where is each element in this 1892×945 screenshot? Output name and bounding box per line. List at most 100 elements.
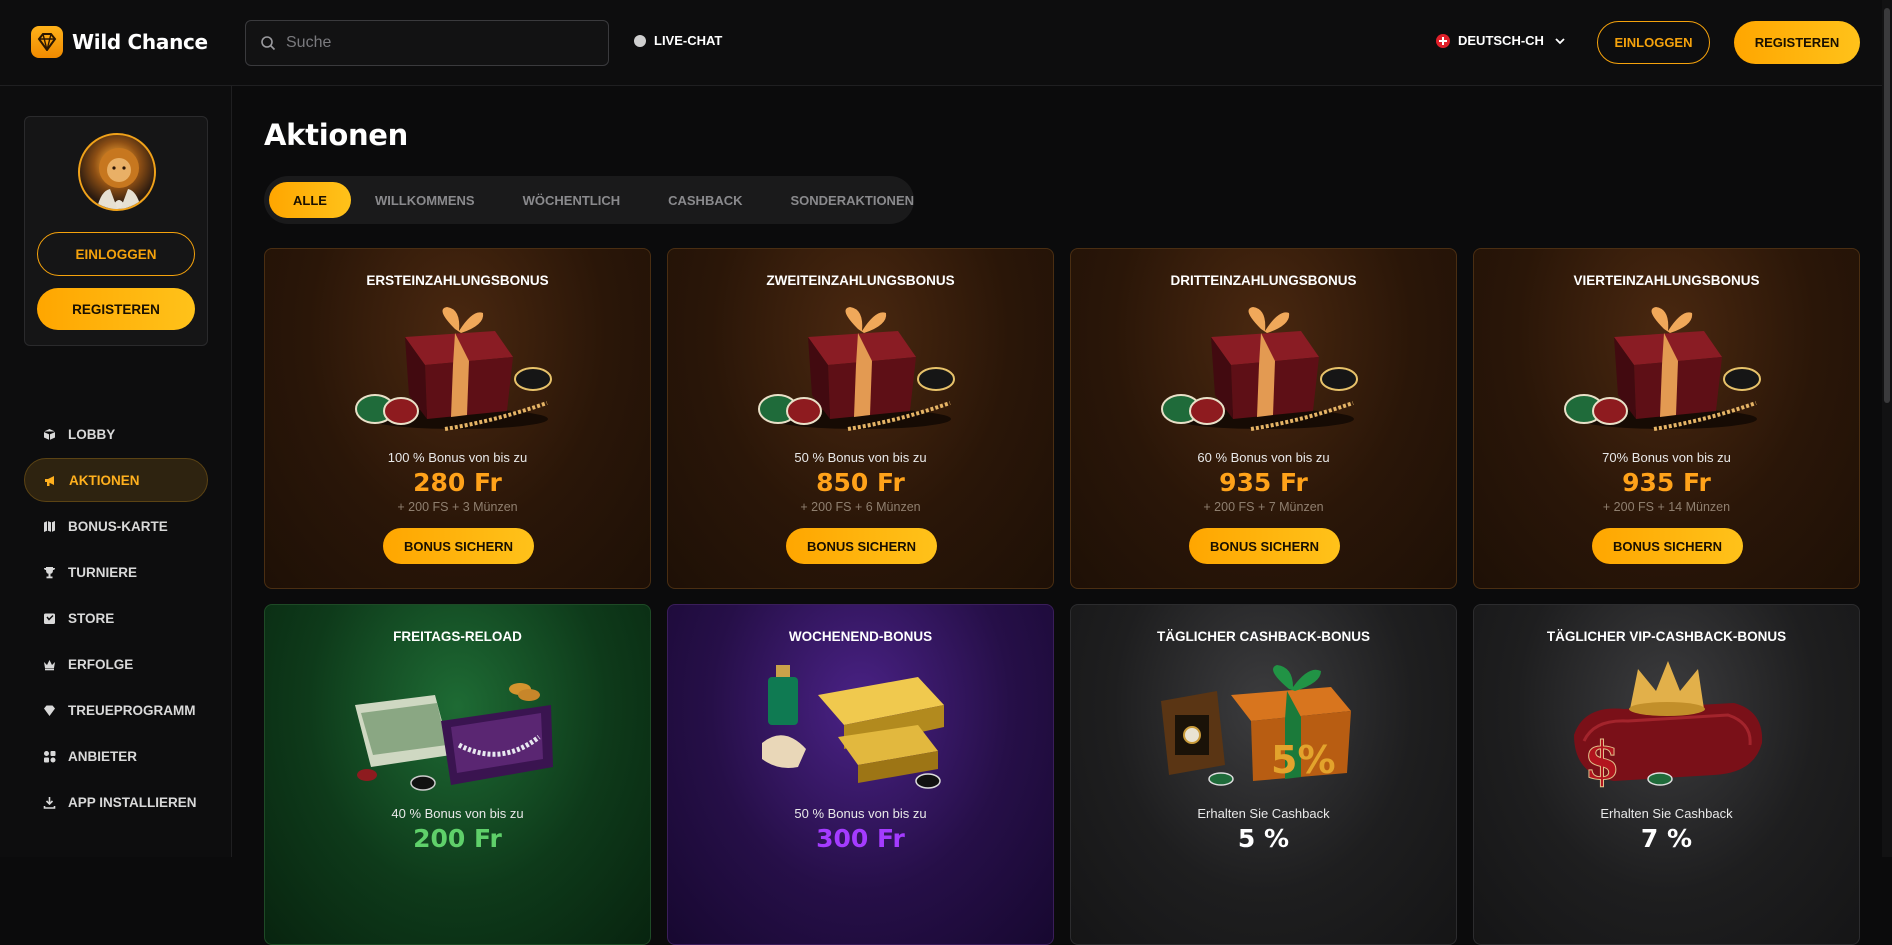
search-box[interactable] [245, 20, 609, 66]
promo-card-amount: 200 Fr [413, 824, 502, 853]
chat-icon [634, 34, 646, 47]
brand-logo[interactable]: Wild Chance [31, 26, 208, 58]
tab-cashback[interactable]: CASHBACK [644, 182, 766, 218]
promo-card-subtitle: Erhalten Sie Cashback [1197, 806, 1330, 821]
promo-card[interactable]: ERSTEINZAHLUNGSBONUS 100 % Bonus von bis… [264, 248, 651, 589]
tab-willkommens[interactable]: WILLKOMMENS [351, 182, 499, 218]
promo-card-extra: + 200 FS + 14 Münzen [1602, 500, 1731, 514]
sidebar-item-erfolge[interactable]: ERFOLGE [24, 642, 208, 686]
lion-avatar [78, 133, 156, 211]
chevron-down-icon [1555, 37, 1565, 44]
promo-card-subtitle: 60 % Bonus von bis zu [1197, 450, 1330, 465]
gift-box-chips-image [355, 299, 562, 439]
promo-card-extra: + 200 FS + 3 Münzen [397, 500, 518, 514]
sidebar-item-bonus-karte[interactable]: BONUS-KARTE [24, 504, 208, 548]
promo-card-title: ERSTEINZAHLUNGSBONUS [366, 273, 549, 288]
promo-card-amount: 300 Fr [816, 824, 905, 853]
promo-card[interactable]: ZWEITEINZAHLUNGSBONUS 50 % Bonus von bis… [667, 248, 1054, 589]
promo-card-extra: + 200 FS + 7 Münzen [1203, 500, 1324, 514]
sidebar-item-store[interactable]: STORE [24, 596, 208, 640]
promo-card[interactable]: FREITAGS-RELOAD 40 % Bonus von bis zu 20… [264, 604, 651, 945]
bonus-sichern-button[interactable]: BONUS SICHERN [1592, 528, 1743, 564]
gift-box-chips-image [1564, 299, 1771, 439]
sidebar-item-label: TURNIERE [68, 564, 138, 580]
bonus-sichern-button[interactable]: BONUS SICHERN [786, 528, 937, 564]
swiss-flag-icon [1436, 33, 1450, 48]
search-input[interactable] [286, 34, 586, 52]
promo-card-title: DRITTEINZAHLUNGSBONUS [1170, 273, 1357, 288]
live-chat-button[interactable]: LIVE-CHAT [634, 33, 722, 48]
promo-card[interactable]: WOCHENEND-BONUS 50 % Bonus von bis zu 30… [667, 604, 1054, 945]
page-title: Aktionen [264, 118, 409, 152]
promo-card-title: VIERTEINZAHLUNGSBONUS [1573, 273, 1760, 288]
sidebar-item-treueprogramm[interactable]: TREUEPROGRAMM [24, 688, 208, 732]
trophy-icon [42, 565, 56, 579]
cashback-gift-image: 5% [1161, 655, 1368, 795]
promo-card-subtitle: 50 % Bonus von bis zu [794, 806, 927, 821]
sidebar-item-lobby[interactable]: LOBBY [24, 412, 208, 456]
promo-card-subtitle: 40 % Bonus von bis zu [391, 806, 524, 821]
sidebar: EINLOGGEN REGISTEREN LOBBY AKTIONEN BONU… [0, 86, 232, 857]
sidebar-item-label: ERFOLGE [68, 656, 134, 672]
sidebar-item-turniere[interactable]: TURNIERE [24, 550, 208, 594]
promo-card[interactable]: TÄGLICHER CASHBACK-BONUS 5% Erhalten Sie… [1070, 604, 1457, 945]
sidebar-item-label: TREUEPROGRAMM [68, 702, 196, 718]
tab-alle[interactable]: ALLE [269, 182, 351, 218]
megaphone-icon [43, 473, 57, 487]
tab-sonderaktionen[interactable]: SONDERAKTIONEN [767, 182, 939, 218]
scrollbar[interactable] [1882, 0, 1892, 857]
bonus-sichern-button[interactable]: BONUS SICHERN [383, 528, 534, 564]
language-label: DEUTSCH-CH [1458, 33, 1544, 48]
store-icon [42, 611, 56, 625]
sidebar-item-label: AKTIONEN [69, 472, 140, 488]
crown-icon [42, 657, 56, 671]
grid-icon [42, 749, 56, 763]
sidebar-item-aktionen[interactable]: AKTIONEN [24, 458, 208, 502]
sidebar-nav: LOBBY AKTIONEN BONUS-KARTE TURNIERE STOR… [24, 412, 208, 826]
sidebar-item-label: LOBBY [68, 426, 116, 442]
top-bar: Wild Chance LIVE-CHAT DEUTSCH-CH EINLOGG… [0, 0, 1892, 86]
promo-card-amount: 935 Fr [1219, 468, 1308, 497]
profile-card: EINLOGGEN REGISTEREN [24, 116, 208, 346]
map-icon [42, 519, 56, 533]
promotion-tabs: ALLE WILLKOMMENS WÖCHENTLICH CASHBACK SO… [264, 176, 914, 224]
sidebar-register-button[interactable]: REGISTEREN [37, 288, 195, 330]
bonus-sichern-button[interactable]: BONUS SICHERN [1189, 528, 1340, 564]
language-selector[interactable]: DEUTSCH-CH [1436, 33, 1566, 48]
promo-card[interactable]: TÄGLICHER VIP-CASHBACK-BONUS $ Erhalten … [1473, 604, 1860, 945]
promo-card-subtitle: 50 % Bonus von bis zu [794, 450, 927, 465]
promo-card-extra: + 200 FS + 6 Münzen [800, 500, 921, 514]
tab-woechentlich[interactable]: WÖCHENTLICH [499, 182, 645, 218]
header-login-button[interactable]: EINLOGGEN [1597, 21, 1710, 64]
sidebar-login-button[interactable]: EINLOGGEN [37, 232, 195, 276]
promo-card-amount: 280 Fr [413, 468, 502, 497]
crown-pillow-image: $ [1564, 655, 1771, 795]
promo-card-title: ZWEITEINZAHLUNGSBONUS [766, 273, 955, 288]
promo-card[interactable]: DRITTEINZAHLUNGSBONUS 60 % Bonus von bis… [1070, 248, 1457, 589]
promo-card-subtitle: 100 % Bonus von bis zu [387, 450, 528, 465]
promo-card-amount: 850 Fr [816, 468, 905, 497]
promo-card-title: TÄGLICHER VIP-CASHBACK-BONUS [1546, 629, 1787, 644]
promo-card[interactable]: VIERTEINZAHLUNGSBONUS 70% Bonus von bis … [1473, 248, 1860, 589]
sidebar-item-label: ANBIETER [68, 748, 138, 764]
money-jewelry-image [355, 655, 562, 795]
sidebar-item-app-installieren[interactable]: APP INSTALLIEREN [24, 780, 208, 824]
download-icon [42, 795, 56, 809]
sidebar-item-label: APP INSTALLIEREN [68, 794, 197, 810]
sidebar-item-label: BONUS-KARTE [68, 518, 168, 534]
diamond-icon [42, 703, 56, 717]
gift-box-chips-image [758, 299, 965, 439]
header-register-button[interactable]: REGISTEREN [1734, 21, 1860, 64]
promo-card-amount: 5 % [1237, 824, 1290, 853]
main-content: Aktionen ALLE WILLKOMMENS WÖCHENTLICH CA… [233, 86, 1882, 945]
live-chat-label: LIVE-CHAT [654, 33, 723, 48]
promo-card-title: TÄGLICHER CASHBACK-BONUS [1157, 629, 1370, 644]
diamond-logo-icon [31, 26, 63, 58]
svg-text:5%: 5% [1271, 738, 1336, 782]
scrollbar-thumb[interactable] [1884, 8, 1890, 403]
svg-text:$: $ [1584, 731, 1620, 792]
promo-card-title: FREITAGS-RELOAD [393, 629, 522, 644]
sidebar-item-anbieter[interactable]: ANBIETER [24, 734, 208, 778]
cube-icon [42, 427, 56, 441]
search-icon [261, 36, 276, 51]
